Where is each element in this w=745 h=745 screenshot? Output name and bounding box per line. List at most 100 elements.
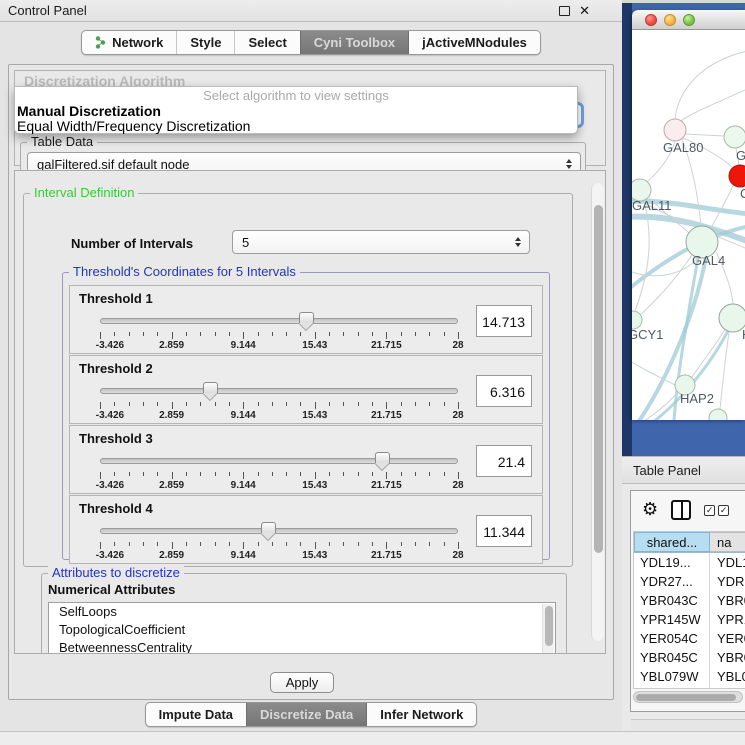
name-cell[interactable]: YPR1 bbox=[710, 610, 745, 629]
selection-mode-icons[interactable]: ✓ ✓ bbox=[704, 505, 729, 516]
table-header-row[interactable]: shared... na bbox=[634, 532, 745, 553]
attributes-group: Attributes to discretize Numerical Attri… bbox=[41, 573, 567, 654]
shared-name-cell[interactable]: YDR27... bbox=[634, 572, 710, 591]
algorithm-option[interactable]: Equal Width/Frequency Discretization bbox=[15, 119, 577, 134]
name-cell[interactable]: YER0 bbox=[710, 629, 745, 648]
slider-tick bbox=[114, 402, 115, 406]
threshold-slider[interactable]: -3.4262.8599.14415.4321.71528 bbox=[100, 450, 458, 490]
tab-discretize-data[interactable]: Discretize Data bbox=[246, 703, 366, 726]
threshold-value-field[interactable]: 6.316 bbox=[476, 375, 532, 407]
tab-network[interactable]: Network bbox=[82, 31, 176, 54]
network-node[interactable] bbox=[664, 119, 686, 141]
table-row[interactable]: YBR045CYBR0 bbox=[634, 648, 745, 667]
shared-name-cell[interactable]: YBL079W bbox=[634, 667, 710, 686]
slider-tick-label: 21.715 bbox=[371, 340, 402, 351]
settings-vertical-scrollbar[interactable] bbox=[591, 183, 604, 641]
checkbox-icon[interactable]: ✓ bbox=[704, 505, 715, 516]
table-row[interactable]: YDR27...YDR2 bbox=[634, 572, 745, 591]
tab-select[interactable]: Select bbox=[234, 31, 299, 54]
network-window[interactable]: GAL80GACGAL11GAL4GCY1HHAP2 bbox=[632, 10, 745, 420]
apply-button[interactable]: Apply bbox=[270, 672, 334, 693]
slider-tick-label: 2.859 bbox=[159, 550, 184, 561]
slider-track[interactable] bbox=[100, 318, 458, 324]
tab-style[interactable]: Style bbox=[176, 31, 234, 54]
tab-label: Network bbox=[112, 35, 163, 50]
threshold-value-field[interactable]: 21.4 bbox=[476, 445, 532, 477]
slider-tick bbox=[129, 542, 130, 546]
table-horizontal-scrollbar[interactable] bbox=[633, 691, 743, 703]
shared-name-cell[interactable]: YBR045C bbox=[634, 648, 710, 667]
slider-tick bbox=[143, 472, 144, 476]
slider-tick bbox=[429, 472, 430, 476]
slider-track[interactable] bbox=[100, 528, 458, 534]
algorithm-option[interactable]: Manual Discretization bbox=[15, 104, 577, 119]
network-canvas[interactable]: GAL80GACGAL11GAL4GCY1HHAP2 bbox=[632, 30, 745, 420]
network-edge[interactable] bbox=[685, 134, 724, 136]
attributes-list[interactable]: SelfLoopsTopologicalCoefficientBetweenne… bbox=[48, 602, 556, 654]
network-edge[interactable] bbox=[632, 257, 698, 276]
close-traffic-light-icon[interactable] bbox=[645, 14, 657, 26]
network-edge[interactable] bbox=[680, 90, 745, 122]
threshold-slider[interactable]: -3.4262.8599.14415.4321.71528 bbox=[100, 520, 458, 560]
name-cell[interactable]: YLR3 bbox=[710, 686, 745, 689]
tab-cyni-toolbox[interactable]: Cyni Toolbox bbox=[300, 31, 408, 54]
slider-tick bbox=[229, 542, 230, 546]
name-cell[interactable]: YBL0 bbox=[710, 667, 745, 686]
minimize-traffic-light-icon[interactable] bbox=[664, 14, 676, 26]
slider-tick bbox=[229, 332, 230, 336]
attribute-list-item[interactable]: TopologicalCoefficient bbox=[49, 621, 555, 639]
attribute-list-item[interactable]: BetweennessCentrality bbox=[49, 639, 555, 654]
slider-thumb[interactable] bbox=[299, 312, 314, 329]
threshold-value-field[interactable]: 11.344 bbox=[476, 515, 532, 547]
threshold-value-field[interactable]: 14.713 bbox=[476, 305, 532, 337]
table-row[interactable]: YBR043CYBR0 bbox=[634, 591, 745, 610]
name-cell[interactable]: YDL1 bbox=[710, 553, 745, 572]
gear-icon[interactable]: ⚙ bbox=[642, 501, 658, 519]
network-edge[interactable] bbox=[675, 50, 745, 119]
table-row[interactable]: YER054CYER0 bbox=[634, 629, 745, 648]
shared-name-cell[interactable]: YBR043C bbox=[634, 591, 710, 610]
float-window-icon[interactable] bbox=[559, 6, 570, 16]
num-intervals-combobox[interactable]: 5 bbox=[232, 230, 530, 254]
network-node[interactable] bbox=[709, 409, 727, 420]
table-row[interactable]: YLR345WYLR3 bbox=[634, 686, 745, 689]
column-header-name[interactable]: na bbox=[710, 532, 745, 552]
shared-name-cell[interactable]: YER054C bbox=[634, 629, 710, 648]
slider-thumb[interactable] bbox=[261, 522, 276, 539]
column-selector-icon[interactable] bbox=[671, 500, 691, 520]
table-row[interactable]: YDL19...YDL1 bbox=[634, 553, 745, 572]
checkbox-icon[interactable]: ✓ bbox=[718, 505, 729, 516]
slider-tick bbox=[100, 402, 101, 409]
threshold-slider[interactable]: -3.4262.8599.14415.4321.71528 bbox=[100, 380, 458, 420]
shared-name-cell[interactable]: YDL19... bbox=[634, 553, 710, 572]
tab-infer-network[interactable]: Infer Network bbox=[366, 703, 476, 726]
node-table[interactable]: shared... na YDL19...YDL1YDR27...YDR2YBR… bbox=[633, 531, 745, 689]
table-row[interactable]: YPR145WYPR1 bbox=[634, 610, 745, 629]
thresholds-group-label: Threshold's Coordinates for 5 Intervals bbox=[69, 264, 300, 279]
network-node[interactable] bbox=[729, 165, 745, 187]
name-cell[interactable]: YBR0 bbox=[710, 648, 745, 667]
threshold-slider[interactable]: -3.4262.8599.14415.4321.71528 bbox=[100, 310, 458, 350]
node-label: C bbox=[740, 186, 745, 201]
network-node[interactable] bbox=[724, 126, 745, 148]
top-tab-bar: Network StyleSelectCyni ToolboxjActiveMNo… bbox=[0, 30, 622, 55]
attributes-scrollbar[interactable] bbox=[542, 604, 554, 654]
algorithm-dropdown-popup: Select algorithm to view settings Manual… bbox=[14, 86, 578, 134]
slider-thumb[interactable] bbox=[203, 382, 218, 399]
network-edge[interactable] bbox=[691, 328, 726, 378]
slider-track[interactable] bbox=[100, 458, 458, 464]
table-row[interactable]: YBL079WYBL0 bbox=[634, 667, 745, 686]
name-cell[interactable]: YDR2 bbox=[710, 572, 745, 591]
shared-name-cell[interactable]: YLR345W bbox=[634, 686, 710, 689]
name-cell[interactable]: YBR0 bbox=[710, 591, 745, 610]
attribute-list-item[interactable]: SelfLoops bbox=[49, 603, 555, 621]
slider-track[interactable] bbox=[100, 388, 458, 394]
shared-name-cell[interactable]: YPR145W bbox=[634, 610, 710, 629]
slider-thumb[interactable] bbox=[375, 452, 390, 469]
close-icon[interactable]: ✕ bbox=[579, 6, 590, 16]
tab-impute-data[interactable]: Impute Data bbox=[146, 703, 246, 726]
tab-jactivemnodules[interactable]: jActiveMNodules bbox=[408, 31, 540, 54]
zoom-traffic-light-icon[interactable] bbox=[683, 14, 695, 26]
column-header-shared-name[interactable]: shared... bbox=[634, 532, 710, 552]
slider-tick-label: 9.144 bbox=[231, 410, 256, 421]
